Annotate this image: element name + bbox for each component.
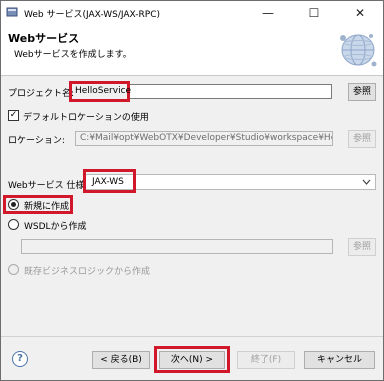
wsdl-input[interactable] — [21, 239, 333, 254]
radio-wsdl-label: WSDLから作成 — [24, 222, 87, 232]
spec-label: Webサービス 仕様: — [8, 181, 88, 191]
default-location-label: デフォルトロケーションの使用 — [23, 113, 149, 123]
project-name-input-field[interactable] — [127, 84, 332, 99]
chevron-down-icon[interactable] — [362, 179, 371, 185]
window-title: Web サービス(JAX-WS/JAX-RPC) — [24, 10, 160, 20]
location-input[interactable]: C:¥Mail¥opt¥WebOTX¥Developer¥Studio¥work… — [75, 131, 333, 146]
globe-icon — [340, 34, 377, 67]
page-title: Webサービス — [8, 32, 80, 45]
radio-existing[interactable] — [8, 264, 19, 275]
radio-existing-label: 既存ビジネスロジックから作成 — [24, 267, 151, 277]
help-icon[interactable]: ? — [12, 351, 28, 367]
radio-wsdl[interactable] — [8, 219, 19, 230]
page-subtitle: Webサービスを作成します。 — [14, 50, 132, 60]
location-label: ロケーション: — [8, 136, 65, 146]
radio-new[interactable] — [8, 199, 19, 210]
back-button[interactable]: < 戻る(B) — [92, 351, 150, 369]
next-button-highlight — [154, 346, 230, 373]
browse-project-button[interactable]: 参照 — [348, 83, 376, 101]
project-name-input[interactable]: HelloService — [75, 86, 131, 96]
close-button[interactable]: ✕ — [337, 1, 383, 25]
minimize-button[interactable]: — — [245, 1, 291, 25]
project-name-label: プロジェクト名: — [8, 89, 75, 99]
app-icon — [6, 7, 18, 17]
maximize-button[interactable]: ☐ — [291, 1, 337, 25]
browse-location-button[interactable]: 参照 — [348, 130, 376, 148]
default-location-checkbox[interactable]: ✓ — [8, 110, 19, 121]
spec-value: JAX-WS — [92, 177, 124, 187]
cancel-button[interactable]: キャンセル — [304, 351, 375, 369]
browse-wsdl-button[interactable]: 参照 — [348, 238, 376, 256]
radio-new-label: 新規に作成 — [24, 202, 70, 212]
footer-separator — [1, 336, 383, 337]
finish-button[interactable]: 終了(F) — [237, 351, 295, 369]
